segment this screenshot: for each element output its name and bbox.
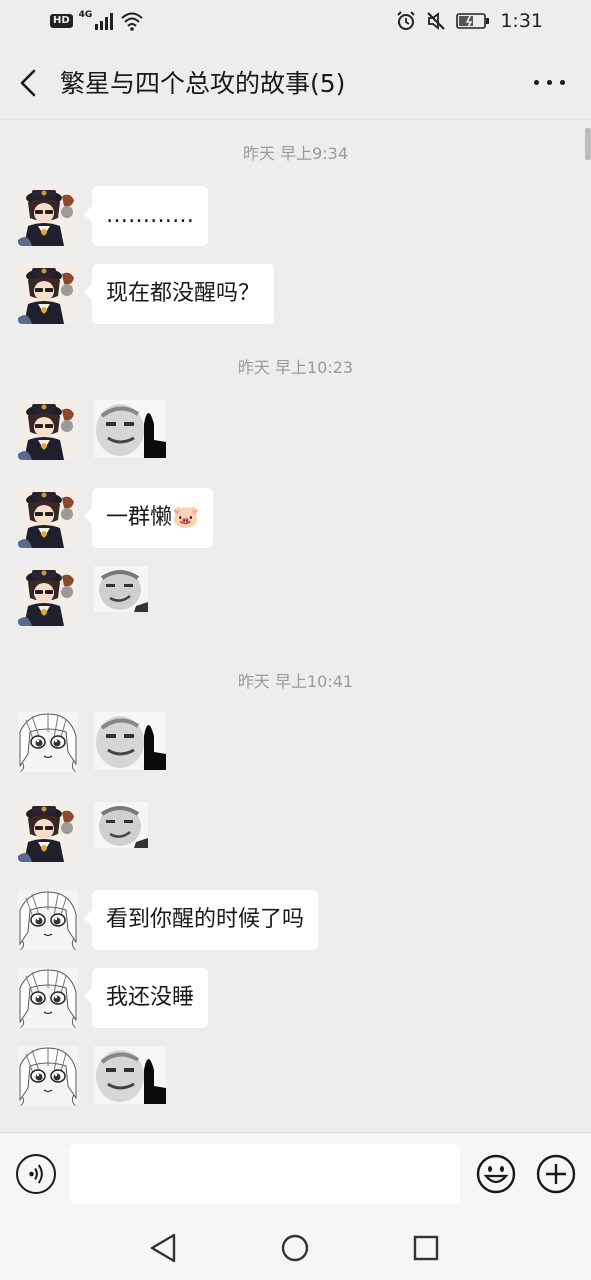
chat-header: 繁星与四个总攻的故事(5) (0, 44, 591, 120)
timestamp: 昨天 早上9:34 (242, 144, 349, 163)
avatar[interactable] (18, 968, 78, 1028)
avatar[interactable] (18, 802, 78, 862)
message-row (18, 400, 166, 460)
sticker-image[interactable] (94, 566, 148, 612)
message-bubble[interactable]: 看到你醒的时候了吗 (83, 890, 319, 950)
signal-icon (95, 13, 114, 30)
message-row: ………… (18, 186, 208, 246)
plus-icon[interactable] (536, 1154, 576, 1194)
chat-title: 繁星与四个总攻的故事(5) (60, 69, 346, 98)
avatar[interactable] (18, 1046, 78, 1106)
message-bubble[interactable]: 现在都没醒吗？ (83, 264, 275, 324)
voice-icon[interactable] (16, 1154, 56, 1194)
input-bar (0, 1132, 591, 1218)
status-time: 1:31 (500, 10, 543, 32)
avatar[interactable] (18, 566, 78, 626)
nav-back-icon[interactable] (146, 1230, 182, 1266)
avatar[interactable] (18, 186, 78, 246)
system-nav-bar (0, 1218, 591, 1280)
emoji-icon[interactable] (476, 1154, 516, 1194)
hd-badge: HD (50, 14, 73, 28)
avatar[interactable] (18, 264, 78, 324)
mute-icon (427, 12, 446, 30)
message-row (18, 802, 148, 862)
avatar[interactable] (18, 890, 78, 950)
sticker-image[interactable] (94, 802, 148, 848)
nav-recent-icon[interactable] (408, 1230, 444, 1266)
alarm-icon (397, 11, 416, 30)
message-list: 昨天 早上9:34 ………… 现在都没醒吗？ 昨天 早上10:23 一群懒🐷 昨… (0, 120, 591, 1132)
message-input[interactable] (70, 1144, 460, 1204)
avatar[interactable] (18, 488, 78, 548)
sticker-image[interactable] (94, 400, 166, 458)
message-row (18, 566, 148, 626)
timestamp: 昨天 早上10:23 (237, 358, 354, 377)
message-row (18, 712, 166, 772)
nav-home-icon[interactable] (277, 1230, 313, 1266)
message-bubble[interactable]: ………… (84, 186, 208, 246)
network-type: 4G (78, 10, 93, 20)
wifi-icon (121, 12, 143, 31)
message-row (18, 1046, 166, 1106)
message-row: 看到你醒的时候了吗 (18, 890, 319, 950)
more-icon[interactable] (534, 80, 565, 85)
battery-icon (456, 13, 490, 29)
timestamp: 昨天 早上10:41 (237, 672, 354, 691)
message-bubble[interactable]: 一群懒🐷 (83, 488, 214, 548)
status-bar: HD 4G 1:31 (0, 0, 591, 44)
message-row: 我还没睡 (18, 968, 209, 1028)
sticker-image[interactable] (94, 1046, 166, 1104)
avatar[interactable] (18, 400, 78, 460)
message-row: 现在都没醒吗？ (18, 264, 275, 324)
sticker-image[interactable] (94, 712, 166, 770)
message-bubble[interactable]: 我还没睡 (83, 968, 209, 1028)
message-row: 一群懒🐷 (18, 488, 214, 548)
back-arrow-icon[interactable] (14, 68, 44, 98)
avatar[interactable] (18, 712, 78, 772)
